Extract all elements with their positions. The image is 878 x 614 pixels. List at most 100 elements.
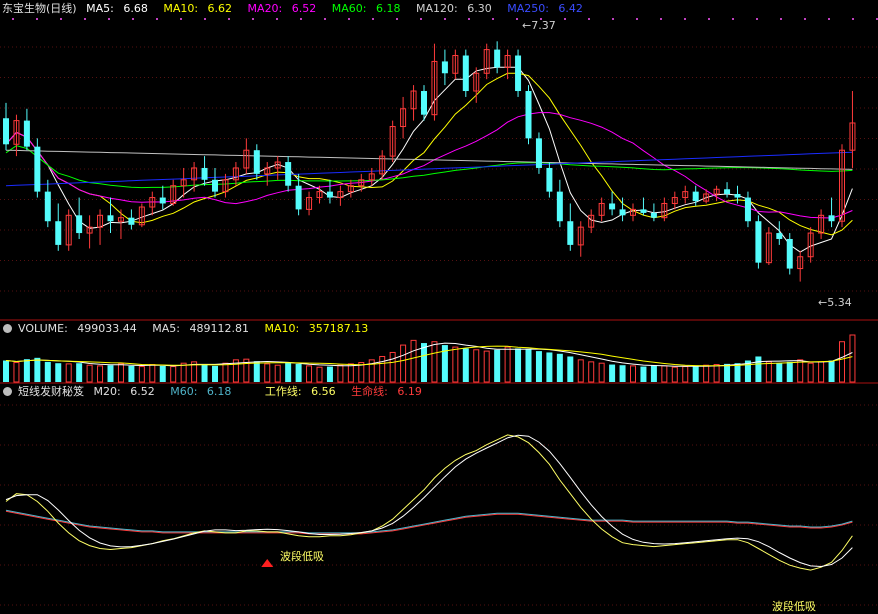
volume-bar-up xyxy=(661,365,668,383)
ma120-legend: MA120: 6.30 xyxy=(415,2,492,15)
signal-label-1: 波段低吸 xyxy=(280,550,324,563)
header-dot xyxy=(348,18,350,20)
volume-bar-up xyxy=(504,346,511,383)
volume-ma10-line xyxy=(5,345,853,367)
volume-bar-up xyxy=(483,350,490,383)
volume-bar-down xyxy=(609,364,616,382)
header-dot xyxy=(300,18,302,20)
volume-bar-down xyxy=(55,363,62,382)
header-dot xyxy=(852,18,854,20)
candle-down xyxy=(23,120,30,147)
high-price-label: ←7.37 xyxy=(522,19,556,32)
header-dot xyxy=(660,18,662,20)
volume-bar-up xyxy=(274,364,281,383)
volume-bar-up xyxy=(588,361,595,383)
volume-bar-up xyxy=(630,365,636,383)
header-dot xyxy=(636,18,638,20)
volume-bar-up xyxy=(849,334,856,383)
candle-down xyxy=(609,203,616,210)
candle-down xyxy=(744,197,751,222)
candle-down xyxy=(55,221,62,245)
candle-down xyxy=(494,49,501,68)
volume-bar-down xyxy=(546,352,553,382)
volume-bar-down xyxy=(734,363,741,382)
collapse-icon[interactable] xyxy=(3,324,12,333)
volume-bar-down xyxy=(159,365,166,382)
volume-bar-down xyxy=(462,348,469,382)
stock-chart[interactable] xyxy=(0,0,878,614)
collapse-icon[interactable] xyxy=(3,387,12,396)
volume-bar-up xyxy=(598,362,605,383)
header-dot xyxy=(36,18,38,20)
work-line-legend: 工作线: 6.56 xyxy=(264,385,336,398)
header-dot xyxy=(588,18,590,20)
header-dot xyxy=(12,18,14,20)
candle-down xyxy=(556,191,563,222)
volume-bar-down xyxy=(107,365,114,382)
candle-down xyxy=(567,221,574,245)
volume-bar-down xyxy=(201,364,208,382)
candle-down xyxy=(285,162,292,186)
candle-down xyxy=(3,118,9,145)
volume-bar-down xyxy=(755,356,762,382)
candle-down xyxy=(295,185,302,210)
volume-bar-up xyxy=(410,339,417,383)
volume-bar-up xyxy=(222,362,229,383)
volume-bar-down xyxy=(421,343,427,382)
header-dot xyxy=(492,18,494,20)
volume-bar-up xyxy=(713,364,720,383)
header-dot xyxy=(780,18,782,20)
header-dot xyxy=(804,18,806,20)
volume-bar-down xyxy=(692,365,699,382)
header-dot xyxy=(228,18,230,20)
volume-bar-down xyxy=(640,366,647,382)
volume-bar-down xyxy=(326,366,333,382)
candle-down xyxy=(34,146,41,192)
volume-bar-up xyxy=(117,363,124,383)
header-dot xyxy=(324,18,326,20)
vol-ma5-legend: MA5: 489112.81 xyxy=(152,322,250,335)
work-line xyxy=(5,434,853,571)
volume-bar-down xyxy=(619,365,626,382)
volume-bar-up xyxy=(797,359,804,383)
header-dot xyxy=(156,18,158,20)
stock-title[interactable]: 东宝生物(日线) xyxy=(2,2,77,15)
volume-bar-up xyxy=(818,361,825,383)
header-dot xyxy=(132,18,134,20)
life-line-legend: 生命线: 6.19 xyxy=(351,385,422,398)
volume-bar-up xyxy=(138,366,145,383)
volume-bar-down xyxy=(253,361,260,382)
volume-bar-down xyxy=(23,359,30,382)
candle-down xyxy=(776,233,783,239)
volume-bar-down xyxy=(525,349,532,382)
candle-down xyxy=(159,197,166,204)
volume-bar-up xyxy=(379,355,386,383)
candle-down xyxy=(441,61,448,74)
volume-bar-up xyxy=(671,366,678,383)
volume-bar-down xyxy=(556,353,563,382)
indicator-name[interactable]: 短线发财秘笈 xyxy=(18,385,84,398)
m20-legend: M20: 6.52 xyxy=(93,385,155,398)
volume-bar-down xyxy=(650,365,657,382)
volume-bar-up xyxy=(86,364,93,383)
volume-bar-up xyxy=(97,365,104,383)
indicator-header: 短线发财秘笈 M20: 6.52 M60: 6.18 工作线: 6.56 生命线… xyxy=(0,384,434,400)
header-dot xyxy=(180,18,182,20)
header-dot xyxy=(204,18,206,20)
candle-down xyxy=(619,209,626,216)
header-dot xyxy=(756,18,758,20)
volume-bar-down xyxy=(535,351,542,382)
header-dot xyxy=(108,18,110,20)
m60-legend: M60: 6.18 xyxy=(170,385,232,398)
vol-ma10-legend: MA10: 357187.13 xyxy=(264,322,369,335)
volume-bar-up xyxy=(306,365,313,383)
candle-down xyxy=(201,167,208,180)
volume-bar-up xyxy=(337,364,344,383)
header-dot xyxy=(276,18,278,20)
volume-bar-down xyxy=(567,356,574,382)
ma10-line xyxy=(5,72,853,236)
candle-down xyxy=(515,55,522,92)
volume-bar-up xyxy=(13,362,20,383)
candle-down xyxy=(692,191,699,202)
candle-down xyxy=(755,221,762,263)
